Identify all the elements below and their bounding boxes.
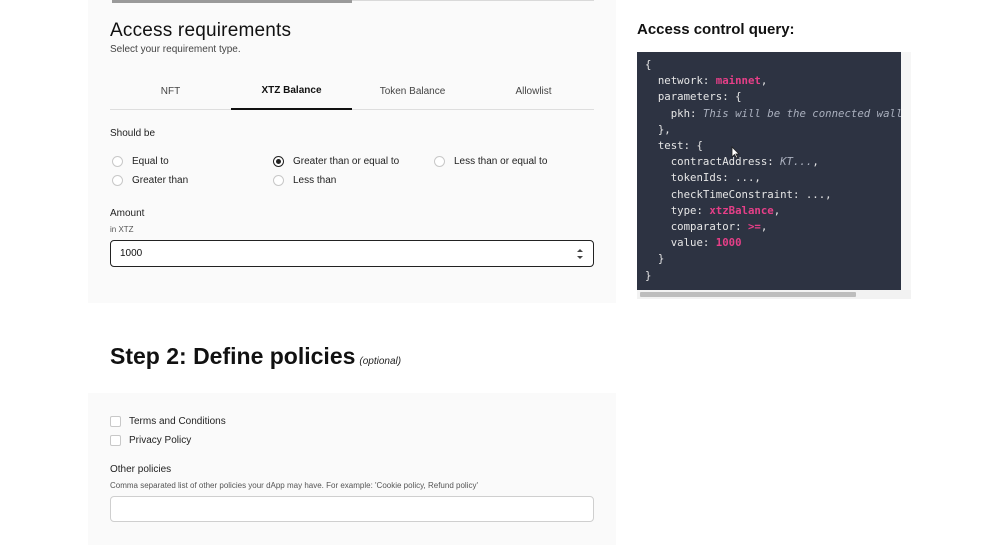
checkbox-label: Terms and Conditions (129, 416, 226, 427)
code-punct: , (812, 155, 819, 169)
code-line: test: { (645, 139, 703, 153)
code-line: value: (645, 236, 716, 250)
code-line: comparator: (645, 220, 748, 234)
code-punct: , (760, 74, 768, 88)
radio-label: Greater than or equal to (293, 156, 400, 167)
amount-label: Amount (110, 208, 145, 219)
code-line: checkTimeConstraint: ..., (645, 187, 832, 201)
radio-button[interactable] (273, 156, 284, 167)
other-policies-label: Other policies (110, 464, 172, 475)
checkbox-label: Privacy Policy (129, 435, 192, 446)
radio-button[interactable] (273, 175, 284, 186)
code-comment: KT... (780, 155, 813, 169)
radio-label: Less than (293, 175, 337, 186)
amount-input[interactable]: 1000 (110, 240, 594, 267)
tab-xtz-balance[interactable]: XTZ Balance (231, 72, 352, 110)
code-line: } (645, 252, 665, 266)
checkbox[interactable] (110, 416, 121, 427)
other-policies-help: Comma separated list of other policies y… (110, 481, 478, 490)
step-2-title-text: Step 2: Define policies (110, 343, 356, 369)
requirement-type-tabs: NFT XTZ Balance Token Balance Allowlist (110, 72, 594, 110)
code-line: tokenIds: ..., (645, 171, 761, 185)
radio-equal-to[interactable]: Equal to (112, 156, 169, 167)
code-value: mainnet (715, 74, 761, 88)
checkbox[interactable] (110, 435, 121, 446)
access-requirements-title: Access requirements (110, 20, 292, 41)
code-line: }, (645, 122, 671, 136)
access-requirements-subtitle: Select your requirement type. (110, 44, 241, 55)
amount-unit-hint: in XTZ (110, 225, 134, 234)
radio-less-than-or-equal-to[interactable]: Less than or equal to (434, 156, 547, 167)
code-line: contractAddress: (645, 155, 781, 169)
other-policies-input[interactable] (110, 496, 594, 522)
code-line: parameters: { (645, 90, 742, 104)
tab-nft[interactable]: NFT (110, 72, 231, 110)
code-line: pkh: (645, 106, 703, 120)
amount-value: 1000 (120, 248, 143, 259)
radio-label: Greater than (132, 175, 189, 186)
code-block-edge (901, 52, 911, 290)
scrollbar-thumb[interactable] (640, 292, 856, 297)
checkbox-privacy-policy[interactable]: Privacy Policy (110, 435, 191, 446)
code-comment: This will be the connected wallet a (702, 106, 901, 120)
access-control-query-title: Access control query: (637, 21, 795, 38)
code-line: } (645, 268, 652, 282)
radio-button[interactable] (112, 156, 123, 167)
mouse-cursor-icon (731, 146, 740, 164)
divider (352, 0, 594, 1)
radio-greater-than[interactable]: Greater than (112, 175, 188, 186)
radio-label: Less than or equal to (454, 156, 548, 167)
code-value: 1000 (715, 236, 742, 250)
code-value: >= (747, 220, 761, 234)
previous-step-indicator (112, 0, 352, 3)
radio-label: Equal to (132, 156, 169, 167)
radio-button[interactable] (434, 156, 445, 167)
checkbox-terms-and-conditions[interactable]: Terms and Conditions (110, 416, 226, 427)
step-2-title: Step 2: Define policies (optional) (110, 343, 401, 370)
code-line: network: (645, 74, 716, 88)
code-line: type: (645, 203, 710, 217)
tab-token-balance[interactable]: Token Balance (352, 72, 473, 110)
code-value: xtzBalance (709, 203, 774, 217)
query-code-block: { network: mainnet, parameters: { pkh: T… (637, 52, 901, 290)
code-punct: , (773, 203, 781, 217)
query-code: { network: mainnet, parameters: { pkh: T… (645, 57, 901, 284)
code-line: { (645, 58, 652, 71)
should-be-label: Should be (110, 128, 156, 139)
number-stepper-icon[interactable] (576, 247, 584, 261)
radio-button[interactable] (112, 175, 123, 186)
radio-greater-than-or-equal-to[interactable]: Greater than or equal to (273, 156, 399, 167)
radio-less-than[interactable]: Less than (273, 175, 336, 186)
code-punct: , (760, 220, 768, 234)
tab-allowlist[interactable]: Allowlist (473, 72, 594, 110)
optional-tag: (optional) (359, 356, 402, 367)
